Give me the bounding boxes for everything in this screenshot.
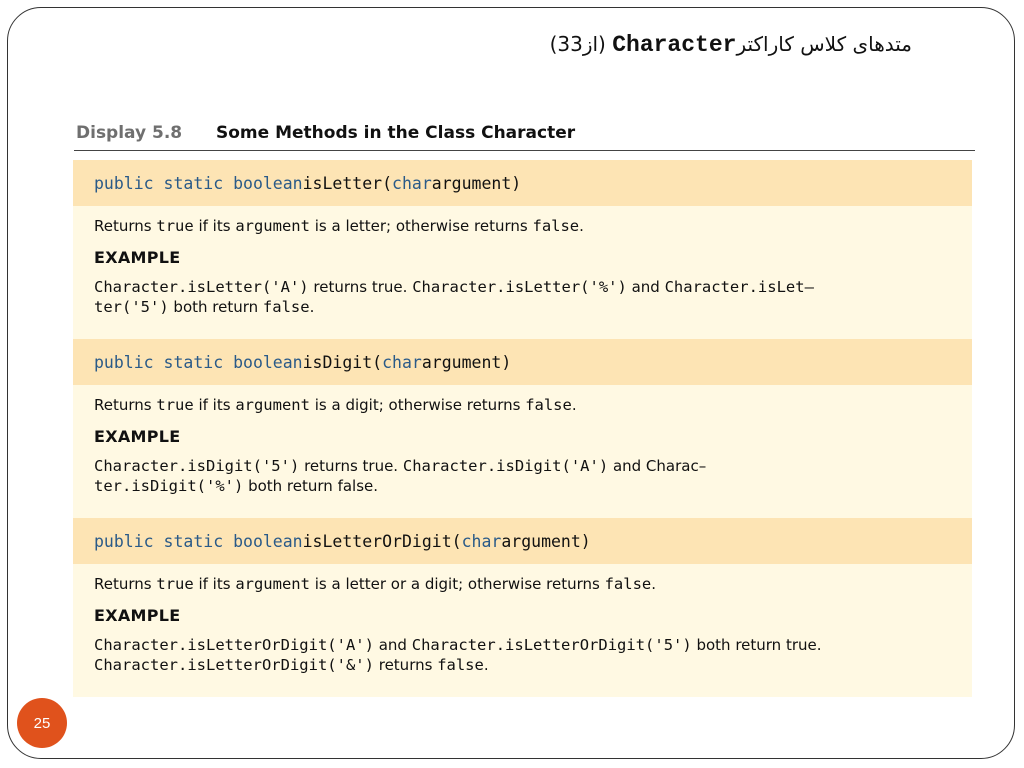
desc-text: Returns xyxy=(94,396,157,414)
title-text: متدهای کلاس کاراکتر xyxy=(736,32,912,56)
example-text: . xyxy=(309,298,315,316)
desc-text: is a letter; otherwise returns xyxy=(309,217,533,235)
example-text: and Charac– xyxy=(608,457,707,475)
sig-type: char xyxy=(461,531,502,551)
method-body: Returns true if its argument is a letter… xyxy=(73,564,972,697)
desc-text: Returns xyxy=(94,217,157,235)
desc-code: true xyxy=(156,575,194,593)
example-code: Character.isLetter('A') xyxy=(94,278,309,296)
example-text: and xyxy=(373,636,412,654)
example-code: ter('5') xyxy=(94,298,169,316)
method-description: Returns true if its argument is a digit;… xyxy=(94,395,951,415)
desc-text: if its xyxy=(193,217,236,235)
example-text: returns true. xyxy=(299,457,403,475)
sig-name: isLetter( xyxy=(302,173,393,193)
example-code: ter.isDigit('%') xyxy=(94,477,244,495)
sig-prefix: public static boolean xyxy=(94,352,303,372)
example-line: Character.isDigit('5') returns true. Cha… xyxy=(94,456,951,476)
example-text: both return xyxy=(168,298,263,316)
desc-text: is a digit; otherwise returns xyxy=(309,396,526,414)
example-line: ter('5') both return false. xyxy=(94,297,951,317)
example-text: true. xyxy=(785,636,822,654)
method-signature: public static boolean isLetter(char argu… xyxy=(73,160,972,206)
sig-name: isDigit( xyxy=(302,352,383,372)
header-rule xyxy=(74,150,975,151)
sig-rest: argument) xyxy=(421,352,512,372)
title-paren: (3از3) xyxy=(549,32,606,56)
desc-text: Returns xyxy=(94,575,157,593)
desc-code: argument xyxy=(235,217,310,235)
example-code: Character.isLet– xyxy=(664,278,814,296)
example-code: Character.isLetterOrDigit('&') xyxy=(94,656,374,674)
example-heading: EXAMPLE xyxy=(94,606,181,625)
method-description: Returns true if its argument is a letter… xyxy=(94,216,951,236)
desc-text: . xyxy=(571,396,577,414)
desc-text: if its xyxy=(193,575,236,593)
method-description: Returns true if its argument is a letter… xyxy=(94,574,951,594)
sig-rest: argument) xyxy=(431,173,522,193)
desc-text: is a letter or a digit; otherwise return… xyxy=(309,575,605,593)
example-code: Character.isLetterOrDigit('5') xyxy=(411,636,692,654)
example-text: . xyxy=(483,656,489,674)
desc-text: . xyxy=(651,575,657,593)
method-body: Returns true if its argument is a digit;… xyxy=(73,385,972,518)
desc-code: false xyxy=(532,217,580,235)
example-line: Character.isLetter('A') returns true. Ch… xyxy=(94,277,951,297)
example-line: Character.isLetterOrDigit('&') returns f… xyxy=(94,655,951,675)
desc-code: false xyxy=(604,575,652,593)
slide-title: (3از3) Characterمتدهای کلاس کاراکتر xyxy=(0,32,912,58)
desc-code: true xyxy=(156,217,194,235)
example-line: ter.isDigit('%') both return false. xyxy=(94,476,951,496)
example-code: Character.isDigit('A') xyxy=(402,457,609,475)
example-text: both return xyxy=(691,636,786,654)
desc-code: false xyxy=(525,396,572,414)
methods-table: public static boolean isLetter(char argu… xyxy=(73,160,972,697)
page-number-badge: 25 xyxy=(17,698,67,748)
example-text: both return false. xyxy=(243,477,379,495)
sig-prefix: public static boolean xyxy=(94,173,303,193)
example-code: Character.isLetter('%') xyxy=(412,278,627,296)
sig-rest: argument) xyxy=(501,531,591,551)
method-signature: public static boolean isLetterOrDigit(ch… xyxy=(73,518,972,564)
method-body: Returns true if its argument is a letter… xyxy=(73,206,972,339)
title-code: Character xyxy=(612,32,737,58)
desc-code: argument xyxy=(235,575,310,593)
desc-code: true xyxy=(156,396,194,414)
desc-code: argument xyxy=(235,396,310,414)
desc-text: . xyxy=(579,217,584,235)
sig-type: char xyxy=(392,173,432,193)
example-text: and xyxy=(626,278,665,296)
example-heading: EXAMPLE xyxy=(94,427,181,446)
example-text: returns true. xyxy=(308,278,413,296)
display-label: Display 5.8 xyxy=(76,123,183,143)
example-code: Character.isDigit('5') xyxy=(94,457,300,475)
sig-name: isLetterOrDigit( xyxy=(302,531,462,551)
sig-prefix: public static boolean xyxy=(94,531,303,551)
desc-text: if its xyxy=(193,396,236,414)
example-heading: EXAMPLE xyxy=(94,248,181,267)
example-text: returns xyxy=(373,656,438,674)
sig-type: char xyxy=(382,352,422,372)
display-header: Display 5.8 Some Methods in the Class Ch… xyxy=(76,121,974,149)
example-code: false xyxy=(437,656,484,674)
example-line: Character.isLetterOrDigit('A') and Chara… xyxy=(94,635,951,655)
method-signature: public static boolean isDigit(char argum… xyxy=(73,339,972,385)
display-caption: Some Methods in the Class Character xyxy=(216,123,576,143)
example-code: Character.isLetterOrDigit('A') xyxy=(94,636,374,654)
example-code: false xyxy=(262,298,310,316)
